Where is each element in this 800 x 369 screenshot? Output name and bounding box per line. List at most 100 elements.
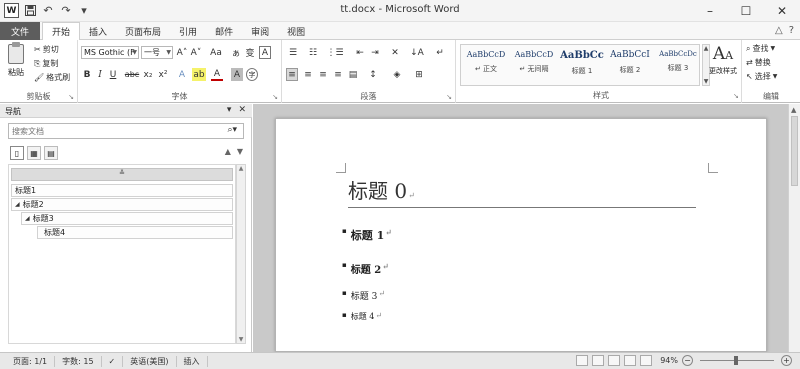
change-case-button[interactable]: Aa <box>208 46 224 59</box>
tab-view[interactable]: 视图 <box>278 22 314 40</box>
character-border-button[interactable]: A <box>259 46 271 59</box>
paragraph-launcher-icon[interactable]: ↘ <box>446 93 452 101</box>
tab-home[interactable]: 开始 <box>42 22 81 41</box>
nav-heading-item[interactable]: 标题1 <box>11 184 233 197</box>
grow-font-button[interactable]: A˄ <box>176 46 188 59</box>
bullets-button[interactable]: ☰ <box>286 46 300 59</box>
format-painter-button[interactable]: 🖌 格式刷 <box>34 72 70 83</box>
language-indicator[interactable]: 英语(美国) <box>123 356 177 367</box>
font-name-combo[interactable]: MS Gothic (F ▼ <box>81 46 139 59</box>
tab-mailings[interactable]: 邮件 <box>206 22 242 40</box>
close-icon[interactable]: ✕ <box>238 105 246 115</box>
proofing-icon[interactable]: ✓ <box>102 356 124 367</box>
select-button[interactable]: ↖ 选择 ▼ <box>746 71 777 82</box>
style-no-spacing[interactable]: AaBbCcD ↵ 无间隔 <box>509 47 559 83</box>
document-heading-3[interactable]: ▪ 标题 3 ↵ <box>342 289 385 302</box>
document-heading-0[interactable]: 标题 0↵ <box>348 175 415 204</box>
expand-triangle-icon[interactable]: ◢ <box>15 201 20 208</box>
distributed-button[interactable]: ▤ <box>347 68 359 81</box>
minimize-button[interactable]: – <box>692 0 728 22</box>
font-launcher-icon[interactable]: ↘ <box>272 93 278 101</box>
chevron-down-icon[interactable]: ▼ <box>239 336 244 343</box>
page-count[interactable]: 页面: 1/1 <box>6 356 56 367</box>
nav-heading-item[interactable]: ◢ 标题2 <box>11 198 233 211</box>
multilevel-list-button[interactable]: ⋮☰ <box>326 46 344 59</box>
decrease-indent-button[interactable]: ⇤ <box>354 46 366 59</box>
chevron-up-icon[interactable]: ▲ <box>791 106 796 114</box>
draft-view-icon[interactable] <box>640 355 653 366</box>
line-spacing-button[interactable]: ↕ <box>366 68 380 81</box>
tab-file[interactable]: 文件 <box>0 22 40 40</box>
nav-options-icon[interactable]: ▾ <box>227 105 232 115</box>
zoom-level[interactable]: 94% <box>660 356 678 365</box>
search-icon[interactable]: ⌕▾ <box>227 125 237 135</box>
superscript-button[interactable]: x² <box>157 68 169 81</box>
find-button[interactable]: ⌕ 查找 ▼ <box>746 43 775 54</box>
font-color-button[interactable]: A <box>211 68 223 81</box>
document-page[interactable]: 标题 0↵ ▪ 标题 1 ↵ ▪ 标题 2 ↵ ▪ 标题 3 ↵ ▪ 标题 4 ↵ <box>275 118 767 352</box>
headings-view-tab[interactable]: ▯ <box>10 146 24 160</box>
word-count[interactable]: 字数: 15 <box>55 356 102 367</box>
restore-button[interactable]: ☐ <box>728 0 764 22</box>
sort-button[interactable]: ↓A <box>410 46 424 59</box>
chinese-layout-button[interactable]: ✕ <box>388 46 402 59</box>
bold-button[interactable]: B <box>82 68 92 81</box>
highlight-button[interactable]: ab <box>192 68 206 81</box>
tab-references[interactable]: 引用 <box>170 22 206 40</box>
justify-button[interactable]: ≡ <box>332 68 344 81</box>
borders-button[interactable]: ⊞ <box>412 68 426 81</box>
full-screen-reading-view-icon[interactable] <box>592 355 605 366</box>
clear-format-button[interactable]: ぁ <box>230 46 242 59</box>
enclose-characters-button[interactable]: 字 <box>246 68 258 81</box>
character-shading-button[interactable]: A <box>231 68 243 81</box>
cut-button[interactable]: ✂ 剪切 <box>34 44 59 55</box>
minimize-ribbon-icon[interactable]: △ <box>775 25 783 36</box>
zoom-slider-thumb[interactable] <box>734 356 738 365</box>
results-view-tab[interactable]: ▤ <box>44 146 58 160</box>
clipboard-launcher-icon[interactable]: ↘ <box>68 93 74 101</box>
paste-button[interactable]: 粘贴 <box>0 40 32 88</box>
underline-button[interactable]: U <box>108 68 118 81</box>
style-heading-1[interactable]: AaBbCc 标题 1 <box>557 47 607 83</box>
align-right-button[interactable]: ≡ <box>317 68 329 81</box>
phonetic-guide-button[interactable]: 变 <box>244 46 256 59</box>
next-heading-icon[interactable]: ▼ <box>237 147 243 156</box>
document-heading-2[interactable]: ▪ 标题 2 ↵ <box>342 261 389 277</box>
show-marks-button[interactable]: ↵ <box>434 46 446 59</box>
zoom-out-button[interactable]: − <box>682 355 693 366</box>
help-icon[interactable]: ? <box>789 25 794 36</box>
strikethrough-button[interactable]: abc <box>124 68 140 81</box>
numbering-button[interactable]: ☷ <box>306 46 320 59</box>
close-button[interactable]: ✕ <box>764 0 800 22</box>
zoom-slider[interactable] <box>700 356 774 365</box>
document-heading-4[interactable]: ▪ 标题 4 ↵ <box>342 311 382 322</box>
previous-heading-icon[interactable]: ▲ <box>225 147 231 156</box>
italic-button[interactable]: I <box>95 68 105 81</box>
nav-search-input[interactable] <box>9 124 209 138</box>
text-effects-button[interactable]: A <box>176 68 188 81</box>
align-left-button[interactable]: ≡ <box>286 68 298 81</box>
nav-heading-item[interactable]: 标题4 <box>37 226 233 239</box>
change-styles-button[interactable]: AA 更改样式 <box>705 42 741 88</box>
nav-scrollbar[interactable]: ▲ ▼ <box>236 164 246 344</box>
expand-triangle-icon[interactable]: ◢ <box>25 215 30 222</box>
styles-launcher-icon[interactable]: ↘ <box>733 92 739 100</box>
increase-indent-button[interactable]: ⇥ <box>369 46 381 59</box>
tab-review[interactable]: 审阅 <box>242 22 278 40</box>
scroll-thumb[interactable] <box>791 116 798 186</box>
print-layout-view-icon[interactable] <box>576 355 589 366</box>
tab-page-layout[interactable]: 页面布局 <box>116 22 170 40</box>
document-heading-1[interactable]: ▪ 标题 1 ↵ <box>342 227 392 243</box>
copy-button[interactable]: ⎘ 复制 <box>34 58 58 69</box>
collapse-all-bar[interactable]: ≚ <box>11 168 233 181</box>
style-normal[interactable]: AaBbCcD ↵ 正文 <box>461 47 511 83</box>
tab-insert[interactable]: 插入 <box>80 22 116 40</box>
web-layout-view-icon[interactable] <box>608 355 621 366</box>
outline-view-icon[interactable] <box>624 355 637 366</box>
shrink-font-button[interactable]: A˅ <box>190 46 202 59</box>
document-scrollbar[interactable]: ▲ <box>788 104 800 352</box>
pages-view-tab[interactable]: ▦ <box>27 146 41 160</box>
paragraph-shading-button[interactable]: ◈ <box>390 68 404 81</box>
zoom-in-button[interactable]: + <box>781 355 792 366</box>
style-heading-2[interactable]: AaBbCcI 标题 2 <box>605 47 655 83</box>
